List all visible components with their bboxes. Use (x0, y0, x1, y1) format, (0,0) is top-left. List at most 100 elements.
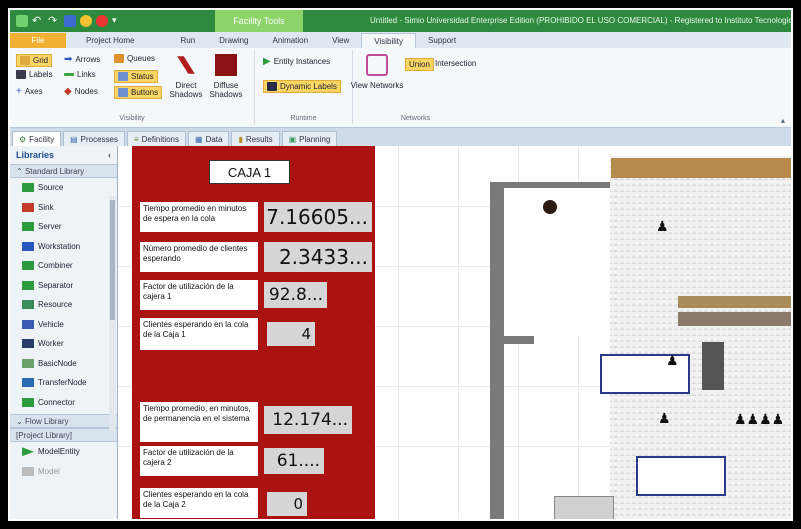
library-item-modelentity[interactable]: ModelEntity (10, 442, 117, 462)
arrows-button[interactable]: ➡ Arrows (64, 54, 100, 65)
grid-button[interactable]: Grid (16, 54, 53, 67)
tab-planning[interactable]: ▣ Planning (281, 131, 338, 146)
data-icon: ▦ (195, 134, 203, 144)
queue-people-icon: ♟♟♟♟ (734, 411, 785, 427)
tab-facility[interactable]: ⚙ Facility (12, 131, 62, 146)
library-item-server[interactable]: Server (10, 217, 117, 237)
library-item-worker[interactable]: Worker (10, 334, 117, 354)
library-item-sink[interactable]: Sink (10, 198, 117, 218)
dropdown-icon[interactable]: ▾ (112, 15, 124, 27)
standard-library-header[interactable]: ⌃ Standard Library (10, 164, 117, 178)
libraries-scrollbar-thumb[interactable] (110, 200, 115, 320)
undo-icon[interactable]: ↶ (32, 15, 44, 27)
runtime-group-label: Runtime (290, 115, 317, 122)
library-item-model[interactable]: Model (10, 462, 117, 482)
direct-shadows-icon (177, 56, 195, 74)
nodes-button[interactable]: ◆ Nodes (64, 86, 98, 97)
value-wait-time: 7.16605... (264, 202, 372, 232)
links-button[interactable]: Links (64, 70, 96, 79)
title-bar: ↶ ↷ ▾ Facility Tools Untitled - Simio Un… (10, 10, 791, 32)
runtime-group: ▶ Entity Instances Dynamic Labels Runtim… (255, 50, 353, 124)
project-library-header[interactable]: [Project Library] (10, 428, 117, 442)
libraries-scrollbar[interactable] (109, 196, 116, 431)
customer-entity[interactable] (543, 200, 557, 214)
entity-instances-button[interactable]: ▶ Entity Instances (263, 56, 330, 67)
intersection-button[interactable]: Intersection (435, 59, 476, 68)
tab-support[interactable]: Support (416, 33, 468, 48)
tab-project-home[interactable]: Project Home (74, 33, 146, 48)
cashier-icon: ♟ (656, 218, 669, 234)
tab-data[interactable]: ▦ Data (188, 131, 230, 146)
checkout-counter-2[interactable] (636, 456, 726, 496)
workstation-icon (22, 241, 34, 251)
library-item-source[interactable]: Source (10, 178, 117, 198)
value-avg-clients-waiting: 2.3433... (264, 242, 372, 272)
app-logo-icon[interactable] (16, 15, 28, 27)
redo-icon[interactable]: ↷ (48, 15, 60, 27)
tab-results[interactable]: ▮ Results (231, 131, 280, 146)
collapse-up-icon: ⌃ (16, 167, 23, 176)
tab-file[interactable]: File (10, 33, 66, 48)
label-utilization-cashier-1: Factor de utilización de la cajera 1 (140, 280, 258, 310)
status-icon (118, 72, 128, 81)
modelentity-icon (22, 447, 34, 457)
library-item-separator[interactable]: Separator (10, 276, 117, 296)
tab-view[interactable]: View (320, 33, 361, 48)
dynamic-labels-button[interactable]: Dynamic Labels (263, 80, 341, 93)
library-item-basicnode[interactable]: BasicNode (10, 354, 117, 374)
label-utilization-cashier-2: Factor de utilización de la cajera 2 (140, 446, 258, 476)
queues-button[interactable]: Queues (114, 54, 155, 63)
customer-icon: ♟ (658, 410, 671, 426)
context-tab-facility-tools: Facility Tools (215, 10, 303, 32)
visibility-group: Grid Labels + Axes ➡ Arrows Links ◆ Node… (10, 50, 255, 124)
direct-shadows-button[interactable]: Direct Shadows (168, 54, 204, 99)
label-avg-clients-waiting: Número promedio de clientes esperando (140, 242, 258, 272)
library-item-vehicle[interactable]: Vehicle (10, 315, 117, 335)
standard-library-list: Source Sink Server Workstation Combiner Separ… (10, 178, 117, 412)
diffuse-shadows-button[interactable]: Diffuse Shadows (206, 54, 246, 99)
model-icon (22, 466, 34, 476)
stop-icon[interactable] (96, 15, 108, 27)
cashier-icon: ♟ (666, 352, 679, 368)
quick-access-toolbar: ↶ ↷ ▾ (10, 15, 150, 27)
document-tab-bar: ⚙ Facility ▤ Processes ≡ Definitions ▦ D… (10, 128, 791, 146)
tab-drawing[interactable]: Drawing (207, 33, 260, 48)
grid-icon (20, 56, 30, 65)
separator-icon (22, 280, 34, 290)
axes-button[interactable]: + Axes (16, 86, 43, 97)
source-icon (22, 183, 34, 193)
tab-run[interactable]: Run (168, 33, 207, 48)
dashboard-panel[interactable]: CAJA 1 Tiempo promedio en minutos de esp… (132, 146, 375, 519)
library-item-resource[interactable]: Resource (10, 295, 117, 315)
tab-animation[interactable]: Animation (261, 33, 321, 48)
collapse-left-icon[interactable]: ‹ (108, 146, 111, 164)
library-item-transfernode[interactable]: TransferNode (10, 373, 117, 393)
buttons-icon (118, 88, 128, 97)
grid-line (458, 146, 459, 519)
resource-icon (22, 300, 34, 310)
label-queue-caja-2: Clientes esperando en la cola de la Caja… (140, 488, 258, 518)
window-title: Untitled - Simio Universidad Enterprise … (370, 16, 793, 25)
library-item-combiner[interactable]: Combiner (10, 256, 117, 276)
processes-icon: ▤ (70, 134, 78, 144)
flow-library-header[interactable]: ⌄ Flow Library (10, 414, 117, 428)
ribbon-collapse-icon[interactable]: ▴ (781, 116, 785, 125)
run-icon[interactable] (80, 15, 92, 27)
view-networks-button[interactable]: View Networks (351, 54, 403, 90)
library-item-workstation[interactable]: Workstation (10, 237, 117, 257)
union-button[interactable]: Union (405, 58, 434, 71)
status-button[interactable]: Status (114, 70, 158, 83)
libraries-title: Libraries (16, 150, 55, 160)
networks-group: View Networks Union Intersection Network… (351, 50, 478, 124)
facility-canvas[interactable]: CAJA 1 Tiempo promedio en minutos de esp… (118, 146, 791, 519)
libraries-panel: Libraries ‹ ⌃ Standard Library Source Sin… (10, 146, 118, 519)
tab-visibility[interactable]: Visibility (361, 33, 417, 48)
tab-processes[interactable]: ▤ Processes (63, 131, 125, 146)
dashboard-title: CAJA 1 (209, 160, 290, 184)
labels-button[interactable]: Labels (16, 70, 53, 79)
save-icon[interactable] (64, 15, 76, 27)
buttons-button[interactable]: Buttons (114, 86, 163, 99)
definitions-icon: ≡ (133, 134, 139, 144)
tab-definitions[interactable]: ≡ Definitions (126, 131, 187, 146)
library-item-connector[interactable]: Connector (10, 393, 117, 413)
